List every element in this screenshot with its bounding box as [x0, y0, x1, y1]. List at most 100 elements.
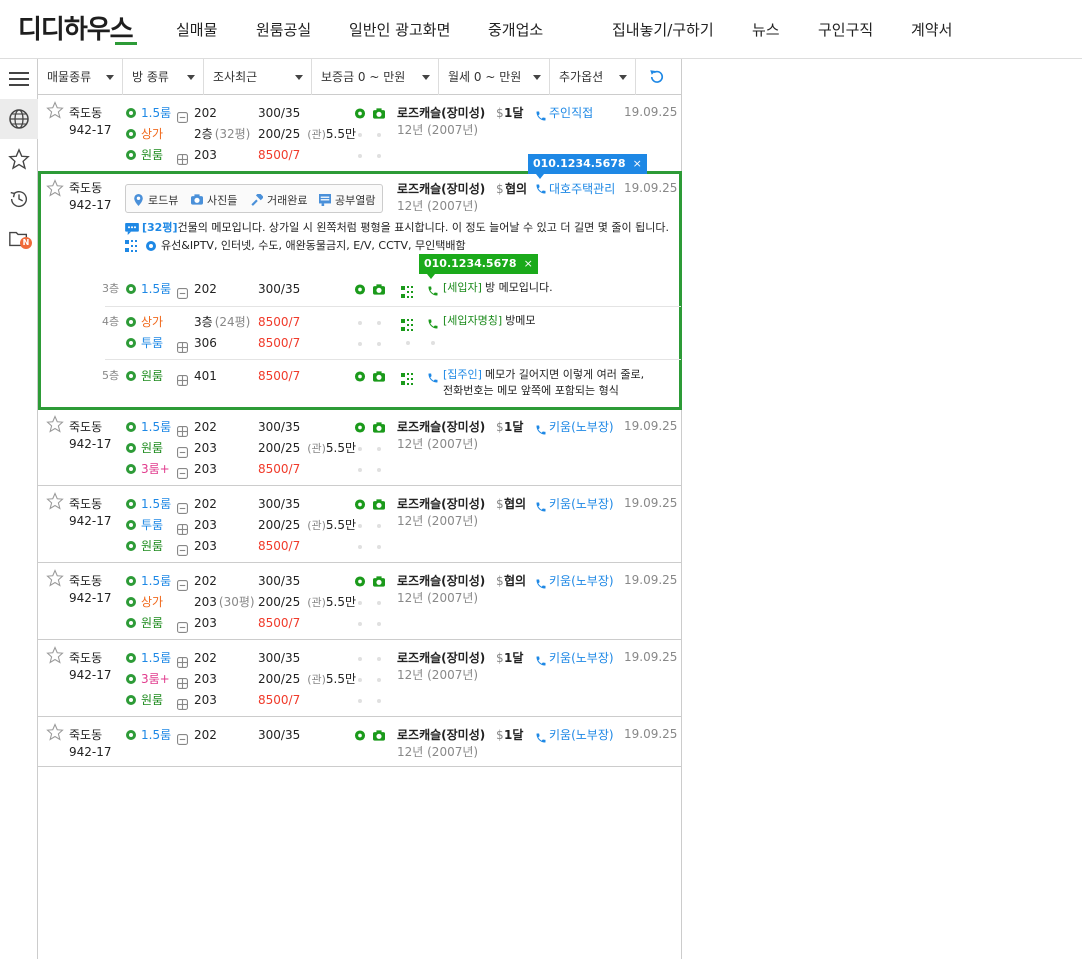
registry-button[interactable]: 공부열람	[319, 184, 375, 213]
agent-name[interactable]: 주인직접	[549, 105, 593, 121]
hammer-icon	[251, 192, 264, 206]
close-icon[interactable]: ×	[633, 157, 642, 170]
deal-done-button[interactable]: 거래완료	[251, 184, 307, 213]
phone-icon[interactable]	[535, 107, 547, 126]
listing-row[interactable]: 죽도동 942-17 1.5룸 202 300/35 3룸+ 203 200/25 (관)5.5…	[38, 641, 681, 717]
nav-brokers[interactable]: 중개업소	[488, 20, 543, 40]
bunji-label: 942-17	[69, 745, 112, 759]
status-dot	[377, 468, 381, 472]
room-type: 1.5룸	[141, 106, 172, 120]
filter-survey-label: 조사최근	[213, 70, 258, 84]
room-status-icon	[126, 653, 136, 663]
favorite-star-icon[interactable]	[46, 492, 64, 510]
favorite-star-icon[interactable]	[46, 101, 64, 119]
filter-deposit[interactable]: 보증금 0 ~ 만원	[312, 59, 439, 95]
nav-list-find-home[interactable]: 집내놓기/구하기	[612, 20, 714, 40]
phone-icon[interactable]	[535, 183, 547, 195]
filter-room-type[interactable]: 방 종류	[123, 59, 204, 95]
nav-oneroom-vacancy[interactable]: 원룸공실	[256, 20, 311, 40]
settings-gear-icon	[146, 241, 156, 251]
agent-name[interactable]: 키움(노부장)	[549, 419, 614, 435]
agent-name[interactable]: 키움(노부장)	[549, 496, 614, 512]
tenant-phone-number[interactable]: 010.1234.5678	[424, 257, 517, 270]
menu-icon[interactable]	[0, 59, 38, 99]
globe-icon[interactable]	[0, 99, 38, 139]
room-plan-icon	[177, 288, 189, 300]
filter-extra-options[interactable]: 추가옵션	[550, 59, 636, 95]
camera-icon	[191, 194, 203, 205]
room-unit: 2층 (32평)	[194, 126, 250, 142]
favorite-star-icon[interactable]	[46, 569, 64, 587]
filter-listing-type[interactable]: 매물종류	[38, 59, 123, 95]
payment-symbol: $	[496, 497, 504, 511]
favorite-star-icon[interactable]	[46, 415, 64, 433]
room-unit-number: 203	[194, 462, 217, 476]
status-dot	[377, 133, 381, 137]
nav-jobs[interactable]: 구인구직	[818, 20, 873, 40]
room-unit-number: 202	[194, 497, 217, 511]
phone-icon[interactable]	[535, 729, 547, 748]
room-unit: 202	[194, 419, 217, 435]
phone-icon[interactable]	[535, 652, 547, 671]
room-status-icons	[354, 129, 386, 141]
bunji-label: 942-17	[69, 198, 112, 212]
phone-icon[interactable]	[427, 369, 439, 388]
room-type: 투룸	[141, 336, 164, 350]
room-price: 300/35	[258, 727, 300, 743]
phone-icon[interactable]	[535, 575, 547, 594]
selected-listing[interactable]: 죽도동 942-17 로드뷰 사진들 거래완료 공부열람 로즈캐슬(장미성) 1…	[38, 154, 682, 410]
status-dot	[377, 447, 381, 451]
room-price-value: 200/25	[258, 518, 301, 532]
folder-icon[interactable]	[0, 219, 38, 259]
listing-row[interactable]: 죽도동 942-17 1.5룸 202 300/35 로즈캐슬(장미성) 12년 (2007…	[38, 718, 681, 767]
favorite-star-icon[interactable]	[46, 646, 64, 664]
listing-row[interactable]: 죽도동 942-17 1.5룸 202 300/35 원룸 203 200/25 (관)5.5만…	[38, 410, 681, 486]
room-plan-icon-wrap	[177, 674, 189, 693]
room-size: (24평)	[214, 315, 251, 329]
tenant-memo: [세입자명칭] 방메모	[443, 313, 536, 329]
roadview-button[interactable]: 로드뷰	[133, 184, 178, 213]
agent-phone-number[interactable]: 010.1234.5678	[533, 157, 626, 170]
nav-news[interactable]: 뉴스	[752, 20, 780, 40]
listing-row[interactable]: 죽도동 942-17 1.5룸 202 300/35 투룸 203 200/25 (관)5.5만…	[38, 487, 681, 563]
room-status-icon	[126, 443, 136, 453]
tenant-name[interactable]: [집주인]	[443, 368, 482, 381]
agent-name[interactable]: 키움(노부장)	[549, 727, 614, 743]
room-plan-icon-wrap	[177, 338, 189, 357]
nav-public-ads[interactable]: 일반인 광고화면	[349, 20, 450, 40]
site-logo[interactable]: 디디하우스	[18, 15, 134, 45]
close-icon[interactable]: ×	[524, 257, 533, 270]
nav-contracts[interactable]: 계약서	[911, 20, 952, 40]
phone-icon[interactable]	[427, 282, 439, 301]
room-unit-number: 202	[194, 420, 217, 434]
room-memo: 메모가 길어지면 이렇게 여러 줄로,	[484, 368, 645, 381]
phone-icon[interactable]	[535, 498, 547, 517]
tenant-name[interactable]: [세입자명칭]	[443, 314, 502, 327]
star-icon[interactable]	[0, 139, 38, 179]
phone-icon[interactable]	[535, 421, 547, 440]
filter-survey[interactable]: 조사최근	[204, 59, 312, 95]
room-status-icons	[354, 597, 386, 609]
history-icon[interactable]	[0, 179, 38, 219]
settings-gear-icon	[354, 422, 366, 433]
favorite-star-icon[interactable]	[46, 179, 64, 197]
agent-name[interactable]: 키움(노부장)	[549, 650, 614, 666]
agent-name[interactable]: 키움(노부장)	[549, 573, 614, 589]
phone-icon[interactable]	[427, 315, 439, 334]
favorite-star-icon[interactable]	[46, 723, 64, 741]
nav-real-listings[interactable]: 실매물	[176, 20, 217, 40]
filter-rent[interactable]: 월세 0 ~ 만원	[439, 59, 550, 95]
building-age: 12년 (2007년)	[397, 668, 479, 682]
room-unit: 203	[194, 671, 217, 687]
room-status-icons	[354, 653, 386, 665]
room-type: 원룸	[141, 616, 164, 630]
tenant-name[interactable]: [세입자]	[443, 281, 482, 294]
room-status-icon	[126, 730, 136, 740]
room-plan-icon-wrap	[177, 422, 189, 441]
photos-button[interactable]: 사진들	[191, 184, 237, 213]
refresh-icon[interactable]	[648, 68, 666, 90]
agent-name[interactable]: 대호주택관리	[549, 181, 615, 197]
listing-row[interactable]: 죽도동 942-17 1.5룸 202 300/35 상가 203 (30평) 200/25 (관…	[38, 564, 681, 640]
mgmt-label: (관)	[307, 442, 326, 455]
payment-symbol: $	[496, 651, 504, 665]
